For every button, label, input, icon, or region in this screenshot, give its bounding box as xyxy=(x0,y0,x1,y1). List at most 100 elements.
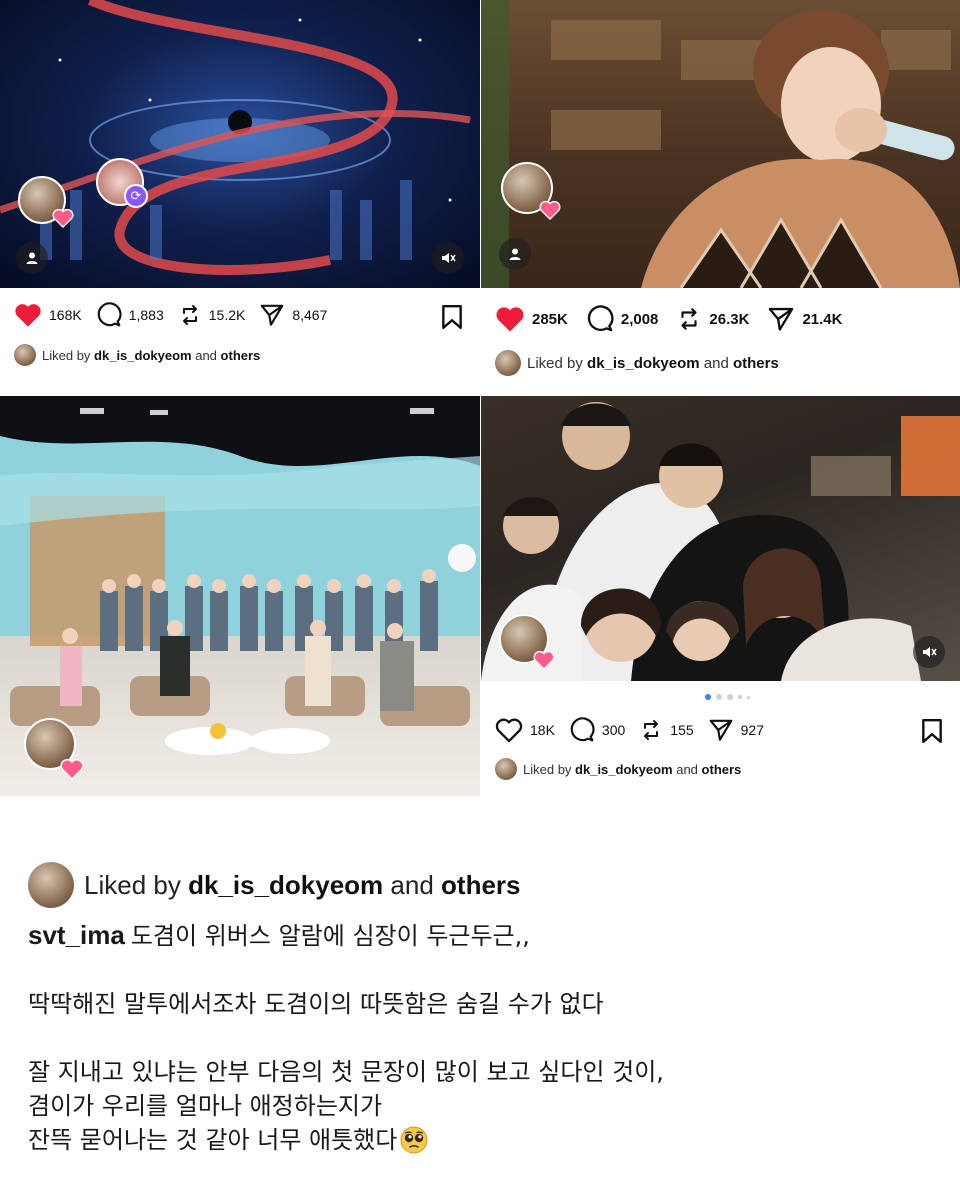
liked-by-user-link[interactable]: dk_is_dokyeom xyxy=(575,762,673,777)
post-2-image xyxy=(481,0,960,288)
user-tag-button[interactable] xyxy=(499,238,531,270)
caption-line-2: 딱딱해진 말투에서조차 도겸이의 따뜻함은 숨길 수가 없다 xyxy=(28,990,604,1018)
liked-by-others-link[interactable]: others xyxy=(702,762,742,777)
repost-action[interactable]: 15.2K xyxy=(178,302,246,328)
repost-action[interactable]: 26.3K xyxy=(676,305,749,333)
liker-avatar[interactable] xyxy=(495,350,521,376)
comment-count: 1,883 xyxy=(128,307,164,323)
caption-line-1-text: 도겸이 위버스 알람에 심장이 두근두근,, xyxy=(130,922,530,950)
liked-by-others-link[interactable]: others xyxy=(221,348,261,363)
bookmark-icon[interactable] xyxy=(921,718,943,744)
post-4: 18K 300 155 927 Liked by dk_is_dokyeom a… xyxy=(481,396,960,796)
share-action[interactable]: 927 xyxy=(708,717,764,743)
liked-by-and: and xyxy=(195,347,217,363)
mute-button[interactable] xyxy=(913,636,945,668)
comment-icon xyxy=(97,302,122,327)
muted-speaker-icon xyxy=(442,253,456,263)
post-caption: Liked by dk_is_dokyeom and others svt_im… xyxy=(28,862,928,1157)
post-3 xyxy=(0,396,480,796)
repost-count: 155 xyxy=(670,722,694,738)
like-action[interactable]: 168K xyxy=(14,302,82,328)
pleading-face-icon xyxy=(400,1126,428,1154)
post-1: ⟳ 168K 1,883 15.2K 8,467 Liked by dk_is_… xyxy=(0,0,480,395)
heart-badge-icon xyxy=(52,208,74,228)
like-count: 18K xyxy=(530,722,555,738)
send-icon xyxy=(709,719,733,741)
comment-count: 2,008 xyxy=(620,310,659,328)
comment-count: 300 xyxy=(601,722,626,738)
send-icon xyxy=(260,304,284,326)
post-4-image xyxy=(481,402,960,681)
post-4-actions: 18K 300 155 927 xyxy=(495,717,778,743)
heart-badge-icon xyxy=(533,650,555,670)
liked-by-line: Liked by dk_is_dokyeom and others xyxy=(495,350,779,376)
post-1-media[interactable]: ⟳ xyxy=(0,0,480,288)
liked-by-others-link[interactable]: others xyxy=(733,355,779,372)
liker-avatar[interactable] xyxy=(495,758,517,780)
share-count: 21.4K xyxy=(802,310,843,328)
heart-badge-icon xyxy=(60,758,84,780)
liked-by-line: Liked by dk_is_dokyeom and others xyxy=(14,344,260,366)
caption-line-4: 겸이가 우리를 얼마나 애정하는지가 xyxy=(28,1092,383,1120)
caption-line-5-text: 잔뜩 묻어나는 것 같아 너무 애틋했다 xyxy=(28,1126,398,1154)
post-1-actions: 168K 1,883 15.2K 8,467 xyxy=(14,302,341,328)
liked-by-and: and xyxy=(676,761,698,777)
heart-outline-icon xyxy=(495,718,523,743)
post-1-image xyxy=(0,0,471,275)
liked-by-line: Liked by dk_is_dokyeom and others xyxy=(495,758,741,780)
like-count: 168K xyxy=(49,307,82,323)
mute-button[interactable] xyxy=(432,242,464,274)
post-2: 285K 2,008 26.3K 21.4K Liked by dk_is_do… xyxy=(481,0,960,395)
person-icon xyxy=(509,248,521,260)
like-action[interactable]: 285K xyxy=(495,305,568,333)
share-count: 927 xyxy=(740,722,764,738)
comment-action[interactable]: 1,883 xyxy=(96,302,164,328)
post-3-media[interactable] xyxy=(0,396,480,796)
caption-line-5: 잔뜩 묻어나는 것 같아 너무 애틋했다 xyxy=(28,1123,928,1157)
repost-count: 15.2K xyxy=(208,307,246,323)
post-2-media[interactable] xyxy=(481,0,960,288)
carousel-indicator xyxy=(705,694,755,700)
liked-by-prefix: Liked by xyxy=(84,869,181,900)
repost-icon xyxy=(681,308,697,330)
repost-action[interactable]: 155 xyxy=(639,717,694,743)
post-4-media[interactable] xyxy=(481,396,960,681)
liked-by-user-link[interactable]: dk_is_dokyeom xyxy=(587,355,700,372)
like-count: 285K xyxy=(532,310,568,328)
share-action[interactable]: 8,467 xyxy=(259,302,327,328)
comment-icon xyxy=(570,717,595,742)
caption-username[interactable]: svt_ima xyxy=(28,920,125,950)
heart-filled-icon xyxy=(15,304,41,327)
like-action[interactable]: 18K xyxy=(495,717,555,743)
liked-by-prefix: Liked by xyxy=(523,761,572,777)
carousel-dot[interactable] xyxy=(747,695,750,699)
liked-by-prefix: Liked by xyxy=(42,347,91,363)
heart-filled-icon xyxy=(496,307,524,332)
carousel-dot[interactable] xyxy=(727,694,733,700)
heart-badge-icon xyxy=(539,200,561,220)
liked-by-others-link[interactable]: others xyxy=(441,870,520,901)
repost-badge-icon: ⟳ xyxy=(124,184,148,208)
bookmark-icon[interactable] xyxy=(441,304,463,330)
user-tag-button[interactable] xyxy=(16,242,48,274)
liked-by-user-link[interactable]: dk_is_dokyeom xyxy=(94,348,192,363)
liked-by-user-link[interactable]: dk_is_dokyeom xyxy=(188,870,383,901)
caption-text: svt_ima 도겸이 위버스 알람에 심장이 두근두근,, 딱딱해진 말투에서조… xyxy=(28,918,928,1157)
caption-liked-by: Liked by dk_is_dokyeom and others xyxy=(28,862,928,908)
liked-by-and: and xyxy=(390,869,434,900)
liker-avatar[interactable] xyxy=(14,344,36,366)
comment-icon xyxy=(587,305,614,332)
liked-by-and: and xyxy=(703,354,729,372)
share-count: 8,467 xyxy=(292,307,328,323)
carousel-dot[interactable] xyxy=(716,694,722,700)
carousel-dot[interactable] xyxy=(738,695,742,699)
repost-count: 26.3K xyxy=(709,310,750,328)
carousel-dot[interactable] xyxy=(705,694,711,700)
comment-action[interactable]: 300 xyxy=(569,717,625,743)
send-icon xyxy=(769,307,794,331)
liker-avatar[interactable] xyxy=(28,862,74,908)
comment-action[interactable]: 2,008 xyxy=(586,305,659,333)
muted-speaker-icon xyxy=(923,647,937,657)
caption-line-1: svt_ima 도겸이 위버스 알람에 심장이 두근두근,, xyxy=(28,918,928,953)
share-action[interactable]: 21.4K xyxy=(767,305,842,333)
